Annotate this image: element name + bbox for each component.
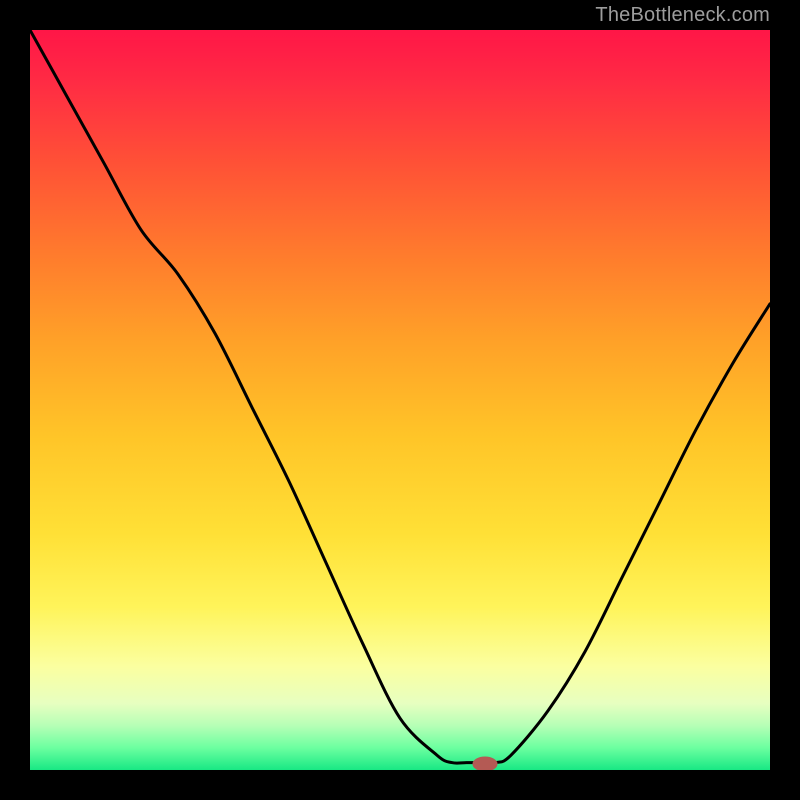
bottleneck-curve — [30, 30, 770, 763]
outer-frame: TheBottleneck.com — [0, 0, 800, 800]
plot-area — [30, 30, 770, 770]
watermark-text: TheBottleneck.com — [595, 4, 770, 27]
optimum-marker — [473, 757, 497, 770]
bottleneck-curve-svg — [30, 30, 770, 770]
